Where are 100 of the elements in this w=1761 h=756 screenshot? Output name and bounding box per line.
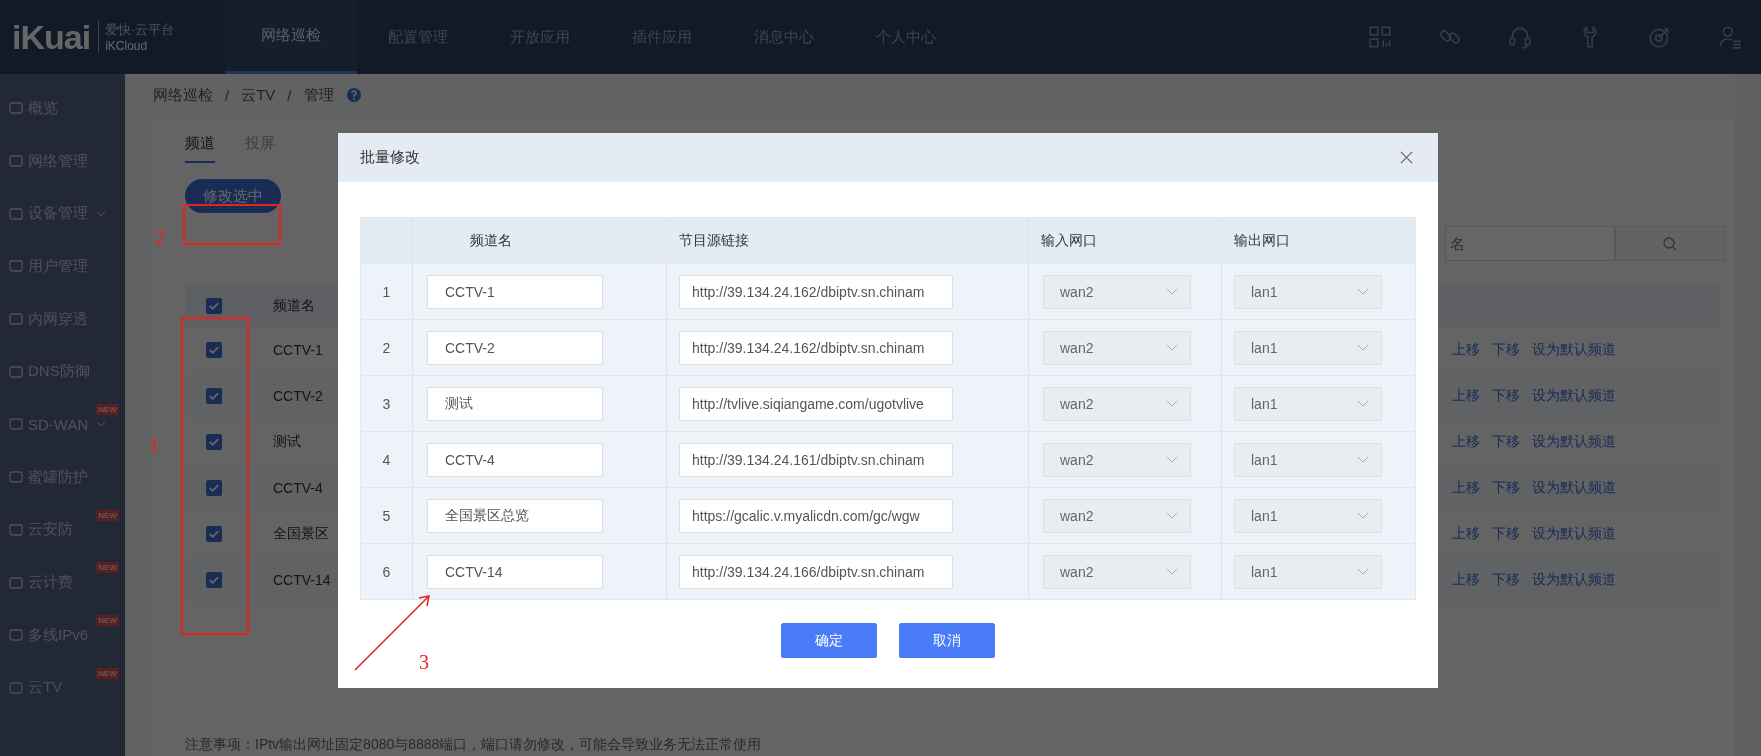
new-badge: NEW xyxy=(96,667,119,679)
checkbox[interactable] xyxy=(206,572,222,588)
action-link[interactable]: 设为默认频道 xyxy=(1532,571,1616,589)
annotation-number: 2 xyxy=(155,226,165,249)
modify-selected-button[interactable]: 修改选中 xyxy=(185,179,281,213)
new-badge: NEW xyxy=(96,562,119,574)
channel-name-field[interactable]: 测试 xyxy=(427,386,603,421)
chevron-icon xyxy=(1166,512,1178,519)
checkbox[interactable] xyxy=(206,297,222,314)
table-cell-text: CCTV-4 xyxy=(272,480,323,496)
breadcrumb-separator: / xyxy=(225,86,230,104)
action-link[interactable]: 下移 xyxy=(1492,387,1520,405)
row-number: 5 xyxy=(382,507,391,524)
close-icon[interactable] xyxy=(1399,150,1414,165)
action-link[interactable]: 设为默认频道 xyxy=(1532,433,1616,451)
action-link[interactable]: 上移 xyxy=(1452,525,1480,543)
channel-name-field[interactable]: CCTV-14 xyxy=(427,554,603,589)
source-link-field[interactable]: http://tvlive.siqiangame.com/ugotvlive xyxy=(679,386,953,421)
chevron-icon xyxy=(1357,512,1369,519)
source-link-field[interactable]: https://gcalic.v.myalicdn.com/gc/wgw xyxy=(679,498,953,533)
square-icon xyxy=(8,311,24,328)
square-icon xyxy=(8,679,24,696)
breadcrumb-item[interactable]: 网络巡检 xyxy=(153,85,213,105)
square-icon xyxy=(8,363,24,380)
source-link-field[interactable]: http://39.134.24.166/dbiptv.sn.chinam xyxy=(679,554,953,589)
breadcrumb-separator: / xyxy=(287,86,292,104)
channel-name-field[interactable]: 全国景区总览 xyxy=(427,498,603,533)
square-icon xyxy=(8,627,24,644)
chevron-icon xyxy=(1166,456,1178,463)
channel-name-field[interactable]: CCTV-1 xyxy=(427,274,603,309)
row-number: 2 xyxy=(382,339,391,356)
action-link[interactable]: 下移 xyxy=(1492,525,1520,543)
source-link-field[interactable]: http://39.134.24.162/dbiptv.sn.chinam xyxy=(679,330,953,365)
dialog-title: 批量修改 xyxy=(360,148,420,167)
source-link-field[interactable]: http://39.134.24.161/dbiptv.sn.chinam xyxy=(679,442,953,477)
new-badge: NEW xyxy=(96,404,119,416)
logo-subtitle: iKCloud xyxy=(105,39,149,53)
source-link-field[interactable]: http://39.134.24.162/dbiptv.sn.chinam xyxy=(679,274,953,309)
action-link[interactable]: 设为默认频道 xyxy=(1532,479,1616,497)
channel-name-field[interactable]: CCTV-2 xyxy=(427,330,603,365)
row-number: 3 xyxy=(382,395,391,412)
action-link[interactable]: 上移 xyxy=(1452,387,1480,405)
row-number: 1 xyxy=(382,283,391,300)
dialog-button[interactable]: 确定 xyxy=(781,623,877,658)
chevron-icon xyxy=(1357,568,1369,575)
table-cell-text: CCTV-2 xyxy=(272,388,323,404)
action-link[interactable]: 设为默认频道 xyxy=(1532,525,1616,543)
square-icon xyxy=(8,100,24,117)
action-link[interactable]: 上移 xyxy=(1452,341,1480,359)
chevron-icon xyxy=(1166,344,1178,351)
chevron-icon xyxy=(1166,568,1178,575)
column-header: 节目源链接 xyxy=(679,231,749,250)
action-link[interactable]: 下移 xyxy=(1492,571,1520,589)
square-icon xyxy=(8,153,24,170)
action-link[interactable]: 下移 xyxy=(1492,341,1520,359)
tab[interactable]: 频道 xyxy=(185,134,215,163)
square-icon xyxy=(8,258,24,275)
table-cell-text: 测试 xyxy=(272,433,301,451)
row-number: 4 xyxy=(382,451,391,468)
square-icon xyxy=(8,521,24,538)
square-icon xyxy=(8,416,24,433)
breadcrumb-item[interactable]: 云TV xyxy=(241,85,276,105)
square-icon xyxy=(8,469,24,486)
channel-name-field[interactable]: CCTV-4 xyxy=(427,442,603,477)
action-link[interactable]: 设为默认频道 xyxy=(1532,387,1616,405)
chevron-icon xyxy=(1166,288,1178,295)
search-icon xyxy=(1662,235,1678,252)
table-cell-text: 全国景区 xyxy=(272,525,329,543)
checkbox[interactable] xyxy=(206,480,222,496)
action-link[interactable]: 设为默认频道 xyxy=(1532,341,1616,359)
table-cell-text: CCTV-14 xyxy=(272,572,331,588)
checkbox[interactable] xyxy=(206,434,222,450)
checkbox[interactable] xyxy=(206,388,222,404)
annotation-number: 1 xyxy=(149,434,159,457)
chevron-icon xyxy=(1357,456,1369,463)
grid-icon[interactable] xyxy=(1367,24,1393,50)
column-header: 输出网口 xyxy=(1234,231,1290,250)
new-badge: NEW xyxy=(96,614,119,626)
column-header: 频道名 xyxy=(272,296,315,315)
nav-tab[interactable]: 网络巡检 xyxy=(225,0,357,74)
checkbox[interactable] xyxy=(206,342,222,358)
logo: iKuai xyxy=(12,17,91,57)
column-header: 频道名 xyxy=(470,231,512,250)
chevron-icon xyxy=(1357,344,1369,351)
help-icon[interactable] xyxy=(345,87,362,103)
chevron-icon xyxy=(1357,400,1369,407)
row-number: 6 xyxy=(382,563,391,580)
action-link[interactable]: 下移 xyxy=(1492,433,1520,451)
action-link[interactable]: 上移 xyxy=(1452,479,1480,497)
user-icon[interactable] xyxy=(1717,24,1743,50)
annotation-number: 3 xyxy=(419,651,429,674)
action-link[interactable]: 上移 xyxy=(1452,433,1480,451)
checkbox[interactable] xyxy=(206,526,222,542)
action-link[interactable]: 上移 xyxy=(1452,571,1480,589)
new-badge: NEW xyxy=(96,509,119,521)
action-link[interactable]: 下移 xyxy=(1492,479,1520,497)
breadcrumb-item[interactable]: 管理 xyxy=(303,85,334,105)
column-header: 输入网口 xyxy=(1041,231,1097,250)
square-icon xyxy=(8,205,24,222)
dialog-button[interactable]: 取消 xyxy=(899,623,995,658)
